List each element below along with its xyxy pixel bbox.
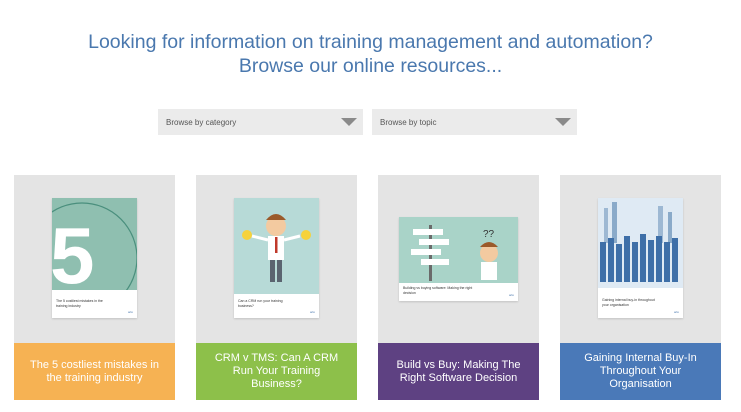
page-heading: Looking for information on training mana… (0, 30, 741, 78)
topic-dropdown[interactable]: Browse by topic (372, 109, 577, 135)
resource-card-internal-buy-in[interactable]: Gaining internal buy-in throughout your … (560, 175, 721, 400)
category-dropdown[interactable]: Browse by category (158, 109, 363, 135)
cover-logo: arlo (127, 310, 133, 314)
ebook-cover-image: Can a CRM run your training business? ar… (234, 198, 319, 318)
card-title[interactable]: Build vs Buy: Making The Right Software … (388, 359, 529, 385)
cover-logo: arlo (309, 310, 315, 314)
card-title[interactable]: Gaining Internal Buy-In Throughout Your … (570, 352, 711, 391)
cover-logo: arlo (673, 310, 679, 314)
cover-caption: Gaining internal buy-in throughout your … (602, 298, 655, 307)
chevron-down-icon (555, 118, 571, 126)
card-title-band: Build vs Buy: Making The Right Software … (378, 343, 539, 400)
svg-text:??: ?? (483, 229, 495, 240)
cover-logo: arlo (508, 293, 514, 297)
resource-card-crm-v-tms[interactable]: Can a CRM run your training business? ar… (196, 175, 357, 400)
card-title[interactable]: CRM v TMS: Can A CRM Run Your Training B… (206, 352, 347, 391)
ebook-cover-image: ?? Building vs buying software: Making t… (399, 217, 518, 301)
cover-caption: The 5 costliest mistakes in the training… (56, 299, 103, 308)
card-title-band: CRM v TMS: Can A CRM Run Your Training B… (196, 343, 357, 400)
cover-caption: Can a CRM run your training business? (238, 299, 283, 308)
card-title-band: The 5 costliest mistakes in the training… (14, 343, 175, 400)
ebook-cover-image: 5 The 5 costliest mistakes in the traini… (52, 198, 137, 318)
cover-number: 5 (52, 211, 95, 300)
topic-dropdown-label: Browse by topic (380, 118, 437, 127)
heading-line-2: Browse our online resources... (238, 55, 503, 77)
heading-line-1: Looking for information on training mana… (88, 31, 653, 53)
ebook-cover-image: Gaining internal buy-in throughout your … (598, 198, 683, 318)
cover-caption: Building vs buying software: Making the … (403, 286, 473, 295)
chevron-down-icon (341, 118, 357, 126)
category-dropdown-label: Browse by category (166, 118, 237, 127)
resource-card-costliest-mistakes[interactable]: 5 The 5 costliest mistakes in the traini… (14, 175, 175, 400)
card-title-band: Gaining Internal Buy-In Throughout Your … (560, 343, 721, 400)
resource-card-build-vs-buy[interactable]: ?? Building vs buying software: Making t… (378, 175, 539, 400)
card-title[interactable]: The 5 costliest mistakes in the training… (24, 359, 165, 385)
